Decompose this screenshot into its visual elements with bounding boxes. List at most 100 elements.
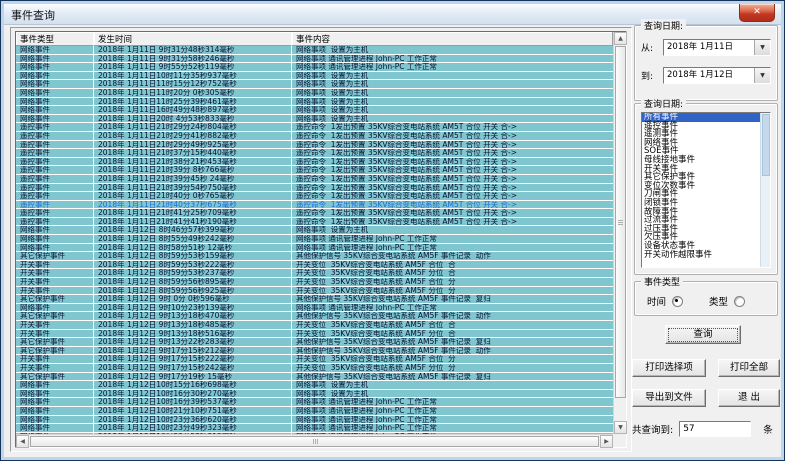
event-content-cell: 其他保护信号 35KV综合变电站系统 AM5F 事件记录 复归 [292,295,613,303]
date-to-dropdown-button[interactable]: ▼ [754,68,770,83]
radio-time[interactable] [672,296,683,307]
event-type-cell: 遥控事件 [16,184,94,192]
table-row[interactable]: 遥控事件2018年 1月11日21时29分41秒882毫秒遥控命令 1发出预置 … [16,132,613,141]
table-row[interactable]: 遥控事件2018年 1月11日21时37分15秒440毫秒遥控命令 1发出预置 … [16,149,613,158]
table-row[interactable]: 网络事件2018年 1月11日 9时31分58秒246毫秒网络事项 通讯管理进程… [16,55,613,64]
table-row[interactable]: 网络事件2018年 1月12日10时23分36秒620毫秒网络事项 通讯管理进程… [16,416,613,425]
event-content-cell: 遥控命令 1发出预置 35KV综合变电站系统 AM5T 合位 开关 合-> [292,201,613,209]
event-time-cell: 2018年 1月12日 8时59分53秒237毫秒 [94,269,292,277]
table-row[interactable]: 遥控事件2018年 1月11日21时29分24秒804毫秒遥控命令 1发出预置 … [16,123,613,132]
vertical-scrollbar[interactable]: ▲ ▼ [613,32,626,434]
table-row[interactable]: 网络事件2018年 1月12日10时16分30秒270毫秒网络事项 设置为主机 [16,390,613,399]
event-table-content: 事件类型 发生时间 事件内容 网络事件2018年 1月11日 9时31分48秒3… [16,32,613,434]
event-content-cell: 开关变位 35KV综合变电站系统 AM5F 分位 分 [292,364,613,372]
listbox-scroll-thumb[interactable] [762,114,770,176]
table-row[interactable]: 遥控事件2018年 1月11日21时29分49秒925毫秒遥控命令 1发出预置 … [16,141,613,150]
table-row[interactable]: 其它保护事件2018年 1月12日 9时17分15秒212毫秒其他保护信号 35… [16,347,613,356]
exit-button[interactable]: 退 出 [718,389,780,407]
scroll-up-button[interactable]: ▲ [614,32,627,45]
table-row[interactable]: 网络事件2018年 1月11日10时11分35秒937毫秒网络事项 设置为主机 [16,72,613,81]
table-row[interactable]: 开关事件2018年 1月12日 9时13分18秒516毫秒开关变位 35KV综合… [16,330,613,339]
table-row[interactable]: 网络事件2018年 1月11日11时15分12秒752毫秒网络事项 设置为主机 [16,80,613,89]
header-event-type[interactable]: 事件类型 [16,32,94,46]
query-button[interactable]: 查询 [665,325,741,344]
table-row[interactable]: 其它保护事件2018年 1月12日 9时13分22秒283毫秒其他保护信号 35… [16,338,613,347]
table-row[interactable]: 网络事件2018年 1月12日 9时10分23秒139毫秒网络事项 通讯管理进程… [16,304,613,313]
list-item[interactable]: 开关动作越限事件 [642,251,770,260]
table-row[interactable]: 其它保护事件2018年 1月12日 8时59分53秒159毫秒其他保护信号 35… [16,252,613,261]
header-event-time[interactable]: 发生时间 [94,32,292,46]
table-row[interactable]: 网络事件2018年 1月12日10时21分10秒751毫秒网络事项 通讯管理进程… [16,407,613,416]
event-time-cell: 2018年 1月11日21时41分25秒709毫秒 [94,209,292,217]
event-content-cell: 遥控命令 1发出预置 35KV综合变电站系统 AM5T 合位 开关 合-> [292,209,613,217]
table-row[interactable]: 遥控事件2018年 1月11日21时38分21秒453毫秒遥控命令 1发出预置 … [16,158,613,167]
table-row[interactable]: 网络事件2018年 1月11日16时49分48秒897毫秒网络事项 设置为主机 [16,106,613,115]
table-row[interactable]: 网络事件2018年 1月11日20时 4分53秒833毫秒网络事项 设置为主机 [16,115,613,124]
table-row[interactable]: 开关事件2018年 1月12日 8时59分56秒895毫秒开关变位 35KV综合… [16,278,613,287]
listbox-scrollbar[interactable] [760,113,770,267]
table-row[interactable]: 网络事件2018年 1月12日10时23分49秒323毫秒网络事项 通讯管理进程… [16,424,613,433]
print-all-button[interactable]: 打印全部 [718,359,780,377]
table-row[interactable]: 开关事件2018年 1月12日 9时13分18秒485毫秒开关变位 35KV综合… [16,321,613,330]
table-row[interactable]: 遥控事件2018年 1月11日21时39分54秒750毫秒遥控命令 1发出预置 … [16,184,613,193]
table-row[interactable]: 其它保护事件2018年 1月12日 9时13分18秒470毫秒其他保护信号 35… [16,312,613,321]
vertical-scroll-thumb[interactable] [615,46,626,398]
scroll-left-button[interactable]: ◀ [16,435,29,448]
event-time-cell: 2018年 1月12日 9时13分18秒516毫秒 [94,330,292,338]
event-type-cell: 网络事件 [16,106,94,114]
event-type-cell: 其它保护事件 [16,347,94,355]
table-row[interactable]: 开关事件2018年 1月12日 8时59分53秒237毫秒开关变位 35KV综合… [16,269,613,278]
radio-type[interactable] [734,296,745,307]
table-row[interactable]: 网络事件2018年 1月11日 9时55分52秒119毫秒网络事项 通讯管理进程… [16,63,613,72]
table-row[interactable]: 开关事件2018年 1月12日 8时59分56秒925毫秒开关变位 35KV综合… [16,287,613,296]
event-time-cell: 2018年 1月11日21时39分45秒 24毫秒 [94,175,292,183]
table-row[interactable]: 网络事件2018年 1月11日 9时31分48秒314毫秒网络事项 设置为主机 [16,46,613,55]
table-row[interactable]: 网络事件2018年 1月12日10时16分39秒537毫秒网络事项 通讯管理进程… [16,398,613,407]
event-type-cell: 网络事件 [16,407,94,415]
table-row[interactable]: 遥控事件2018年 1月11日21时40分 0秒765毫秒遥控命令 1发出预置 … [16,192,613,201]
table-row[interactable]: 网络事件2018年 1月11日11时20分 0秒305毫秒网络事项 设置为主机 [16,89,613,98]
table-row[interactable]: 网络事件2018年 1月12日 8时46分57秒399毫秒网络事项 设置为主机 [16,226,613,235]
table-row[interactable]: 网络事件2018年 1月12日10时15分16秒698毫秒网络事项 设置为主机 [16,381,613,390]
table-row[interactable]: 遥控事件2018年 1月11日21时41分25秒709毫秒遥控命令 1发出预置 … [16,209,613,218]
close-button[interactable]: ✕ [739,4,775,22]
table-row[interactable]: 遥控事件2018年 1月11日21时41分41秒190毫秒遥控命令 1发出预置 … [16,218,613,227]
event-type-cell: 遥控事件 [16,175,94,183]
table-row[interactable]: 其它保护事件2018年 1月12日 9时17分19秒 15毫秒其他保护信号 35… [16,373,613,382]
event-time-cell: 2018年 1月12日 9时17分15秒212毫秒 [94,347,292,355]
table-row[interactable]: 网络事件2018年 1月12日 8时55分49秒242毫秒网络事项 通讯管理进程… [16,235,613,244]
table-row[interactable]: 开关事件2018年 1月12日 8时59分53秒222毫秒开关变位 35KV综合… [16,261,613,270]
date-to-value: 2018年 1月12日 [664,68,754,83]
header-event-content[interactable]: 事件内容 [292,32,613,46]
result-count-field[interactable]: 57 [679,421,751,437]
export-to-file-button[interactable]: 导出到文件 [632,389,706,407]
table-row[interactable]: 网络事件2018年 1月11日11时25分39秒461毫秒网络事项 设置为主机 [16,98,613,107]
scroll-down-button[interactable]: ▼ [614,421,627,434]
date-from-dropdown-button[interactable]: ▼ [754,40,770,55]
table-row[interactable]: 其它保护事件2018年 1月12日 9时 0分 0秒596毫秒其他保护信号 35… [16,295,613,304]
scroll-right-button[interactable]: ▶ [600,435,613,448]
event-content-cell: 遥控命令 1发出预置 35KV综合变电站系统 AM5T 合位 开关 合-> [292,175,613,183]
event-type-cell: 开关事件 [16,364,94,372]
event-type-listbox[interactable]: 所有事件遥控事件遥测事件网络事件SOE事件母线接地事件开关事件其它保护事件变位次… [641,112,771,268]
event-time-cell: 2018年 1月12日 8时59分56秒895毫秒 [94,278,292,286]
table-row[interactable]: 开关事件2018年 1月12日 9时17分15秒242毫秒开关变位 35KV综合… [16,364,613,373]
event-content-cell: 遥控命令 1发出预置 35KV综合变电站系统 AM5T 合位 开关 合-> [292,141,613,149]
table-row[interactable]: 遥控事件2018年 1月11日21时39分 8秒766毫秒遥控命令 1发出预置 … [16,166,613,175]
event-time-cell: 2018年 1月11日21时39分54秒750毫秒 [94,184,292,192]
date-to-select[interactable]: 2018年 1月12日 ▼ [663,67,771,84]
table-row[interactable]: 遥控事件2018年 1月11日21时40分37秒675毫秒遥控命令 1发出预置 … [16,201,613,210]
event-type-cell: 开关事件 [16,261,94,269]
table-row[interactable]: 网络事件2018年 1月12日 8时58分51秒 12毫秒网络事项 通讯管理进程… [16,244,613,253]
event-time-cell: 2018年 1月11日21时29分49秒925毫秒 [94,141,292,149]
table-row[interactable]: 开关事件2018年 1月12日 9时17分15秒222毫秒开关变位 35KV综合… [16,355,613,364]
horizontal-scroll-thumb[interactable] [30,436,599,447]
event-time-cell: 2018年 1月12日 9时17分15秒222毫秒 [94,355,292,363]
table-row[interactable]: 遥控事件2018年 1月11日21时39分45秒 24毫秒遥控命令 1发出预置 … [16,175,613,184]
date-from-select[interactable]: 2018年 1月11日 ▼ [663,39,771,56]
print-selected-button[interactable]: 打印选择项 [632,359,706,377]
event-time-cell: 2018年 1月11日 9时55分52秒119毫秒 [94,63,292,71]
horizontal-scrollbar[interactable]: ◀ ▶ [16,434,613,447]
event-table-frame: 事件类型 发生时间 事件内容 网络事件2018年 1月11日 9时31分48秒3… [10,27,632,452]
event-time-cell: 2018年 1月12日10时23分36秒620毫秒 [94,416,292,424]
